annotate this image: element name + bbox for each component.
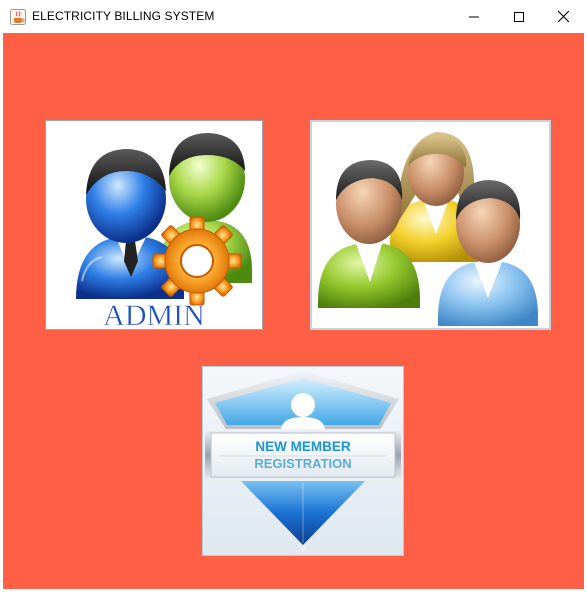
close-button[interactable] <box>541 0 586 33</box>
customers-group-icon <box>318 132 538 326</box>
admin-label: ADMIN <box>103 299 205 329</box>
maximize-icon <box>513 11 524 22</box>
app-window: ELECTRICITY BILLING SYSTEM ADMIN NEW MEM… <box>0 0 587 592</box>
registration-line2: REGISTRATION <box>254 456 351 471</box>
new-member-registration-button[interactable]: NEW MEMBER REGISTRATION <box>202 366 404 556</box>
registration-line1: NEW MEMBER <box>255 439 350 454</box>
new-member-registration-badge-icon: NEW MEMBER REGISTRATION <box>205 371 401 553</box>
admin-users-gear-icon: ADMIN <box>76 133 252 329</box>
maximize-button[interactable] <box>496 0 541 33</box>
close-icon <box>558 11 569 22</box>
minimize-button[interactable] <box>451 0 496 33</box>
title-bar[interactable]: ELECTRICITY BILLING SYSTEM <box>0 0 587 33</box>
java-cup-icon <box>10 9 26 25</box>
customers-button[interactable] <box>310 120 551 330</box>
minimize-icon <box>468 16 479 17</box>
admin-button[interactable]: ADMIN <box>45 120 263 330</box>
window-title: ELECTRICITY BILLING SYSTEM <box>32 9 215 23</box>
